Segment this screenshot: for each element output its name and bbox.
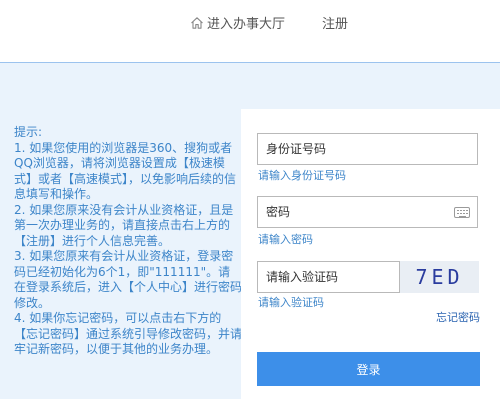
- top-header: 进入办事大厅 注册: [0, 0, 500, 63]
- tip-item: 1. 如果您使用的浏览器是360、搜狗或者QQ浏览器，请将浏览器设置成【极速模式…: [14, 140, 237, 202]
- nav-enter-hall[interactable]: 进入办事大厅: [190, 16, 285, 34]
- password-field[interactable]: [257, 196, 478, 228]
- id-number-input[interactable]: [258, 134, 477, 164]
- tip-item: 4. 如果你忘记密码，可以点击右下方的【忘记密码】通过系统引导修改密码，并请牢记…: [14, 311, 243, 356]
- tips-title: 提示:: [14, 125, 43, 139]
- keyboard-icon[interactable]: [454, 207, 470, 218]
- nav-enter-hall-label: 进入办事大厅: [207, 17, 286, 32]
- nav-register[interactable]: 注册: [322, 16, 348, 34]
- id-number-hint: 请输入身份证号码: [258, 169, 346, 182]
- password-input[interactable]: [258, 197, 477, 227]
- login-button[interactable]: 登录: [257, 352, 480, 386]
- home-icon: [191, 17, 203, 29]
- captcha-image[interactable]: 7ED: [400, 261, 479, 293]
- tip-item: 2. 如果您原来没有会计从业资格证，且是第一次办理业务的，请直接点击右上方的【注…: [14, 202, 234, 248]
- captcha-field[interactable]: [257, 261, 400, 293]
- id-number-field[interactable]: [257, 133, 478, 165]
- main-area: 提示: 1. 如果您使用的浏览器是360、搜狗或者QQ浏览器，请将浏览器设置成【…: [0, 63, 500, 399]
- tips-panel: 提示: 1. 如果您使用的浏览器是360、搜狗或者QQ浏览器，请将浏览器设置成【…: [14, 125, 242, 358]
- captcha-hint: 请输入验证码: [258, 296, 324, 309]
- password-hint: 请输入密码: [258, 233, 313, 246]
- forgot-password-link[interactable]: 忘记密码: [436, 309, 480, 325]
- tip-item: 3. 如果您原来有会计从业资格证，登录密码已经初始化为6个1，即"111111"…: [14, 249, 243, 310]
- captcha-input[interactable]: [258, 262, 399, 292]
